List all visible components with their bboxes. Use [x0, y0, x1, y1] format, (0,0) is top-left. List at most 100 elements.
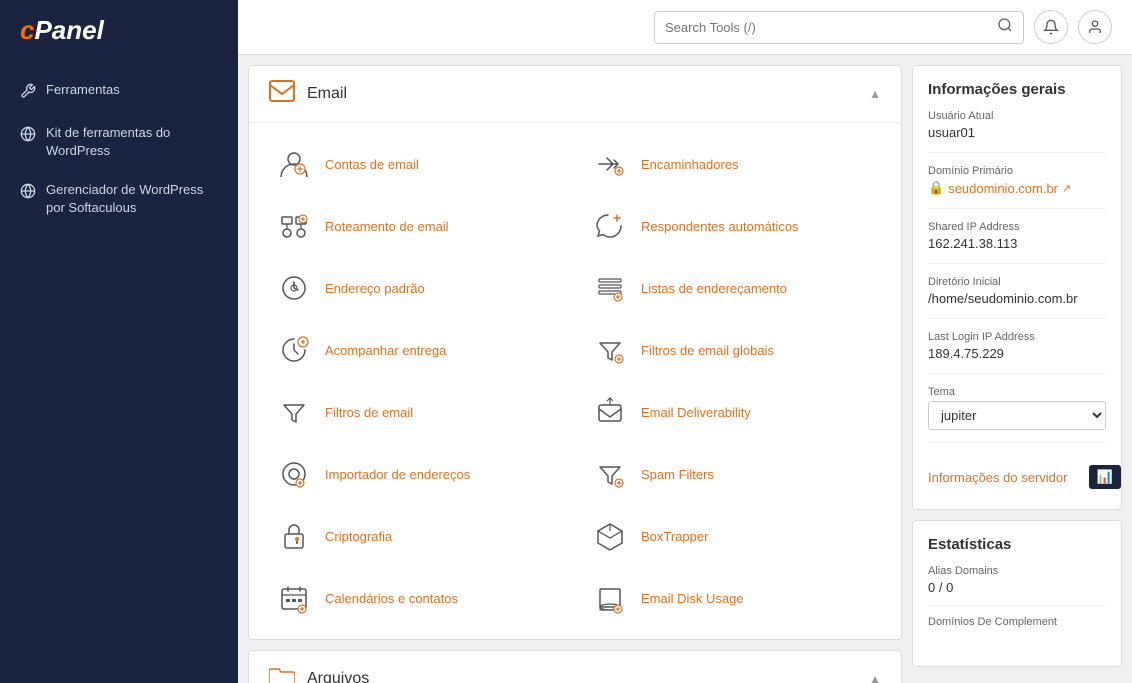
- contas-email-icon: [275, 145, 313, 183]
- grid-item-endereco-padrao[interactable]: Endereço padrão: [259, 257, 575, 319]
- sidebar-item-label: Kit de ferramentas do WordPress: [46, 124, 218, 160]
- last-login-value: 189.4.75.229: [928, 346, 1106, 361]
- arquivos-header-left: Arquivos: [269, 665, 369, 683]
- dominio-primario-value[interactable]: 🔒 seudominio.com.br ↗: [928, 180, 1106, 196]
- info-card: Informações gerais Usuário Atual usuar01…: [912, 65, 1122, 510]
- topbar: [238, 0, 1132, 55]
- email-deliverability-icon: [591, 393, 629, 431]
- shared-ip-value: 162.241.38.113: [928, 236, 1106, 251]
- wordpress-icon-1: [20, 126, 36, 147]
- usuario-atual-label: Usuário Atual: [928, 110, 1106, 122]
- filtros-globais-label: Filtros de email globais: [641, 343, 774, 358]
- wordpress-icon-2: [20, 183, 36, 204]
- search-button[interactable]: [997, 17, 1013, 38]
- sidebar-item-gerenciador-wordpress[interactable]: Gerenciador de WordPress por Softaculous: [0, 171, 238, 227]
- arquivos-section-title: Arquivos: [307, 670, 369, 683]
- spam-filters-icon: [591, 455, 629, 493]
- wrench-icon: [20, 83, 36, 104]
- stats-card: Estatísticas Alias Domains 0 / 0 Domínio…: [912, 520, 1122, 667]
- spam-filters-label: Spam Filters: [641, 467, 714, 482]
- diretorio-inicial-row: Diretório Inicial /home/seudominio.com.b…: [928, 276, 1106, 319]
- last-login-row: Last Login IP Address 189.4.75.229: [928, 331, 1106, 374]
- roteamento-icon: [275, 207, 313, 245]
- respondentes-icon: [591, 207, 629, 245]
- lock-icon: 🔒: [928, 180, 944, 196]
- sidebar-item-kit-wordpress[interactable]: Kit de ferramentas do WordPress: [0, 114, 238, 170]
- listas-label: Listas de endereçamento: [641, 281, 787, 296]
- server-info-link[interactable]: Informações do servidor 📊: [928, 455, 1106, 494]
- sidebar: cPanel Ferramentas Kit de ferramentas do…: [0, 0, 238, 683]
- grid-item-email-disk-usage[interactable]: Email Disk Usage: [575, 567, 891, 629]
- email-disk-usage-icon: [591, 579, 629, 617]
- email-section-title: Email: [307, 85, 347, 103]
- grid-item-filtros-globais[interactable]: Filtros de email globais: [575, 319, 891, 381]
- email-icon: [269, 80, 295, 108]
- search-box[interactable]: [654, 11, 1024, 44]
- endereco-padrao-label: Endereço padrão: [325, 281, 425, 296]
- main-area: Email ▲: [238, 0, 1132, 683]
- arquivos-chevron-icon: ▲: [869, 672, 881, 683]
- alias-domains-value: 0 / 0: [928, 580, 1106, 595]
- search-input[interactable]: [665, 20, 991, 35]
- external-link-icon: ↗: [1062, 182, 1071, 195]
- grid-item-calendarios[interactable]: Calendários e contatos: [259, 567, 575, 629]
- shared-ip-row: Shared IP Address 162.241.38.113: [928, 221, 1106, 264]
- notifications-button[interactable]: [1034, 10, 1068, 44]
- email-deliverability-label: Email Deliverability: [641, 405, 751, 420]
- grid-item-respondentes[interactable]: Respondentes automáticos: [575, 195, 891, 257]
- tema-select[interactable]: jupiter: [928, 401, 1106, 430]
- diretorio-inicial-label: Diretório Inicial: [928, 276, 1106, 288]
- sidebar-item-label: Gerenciador de WordPress por Softaculous: [46, 181, 218, 217]
- grid-item-email-deliverability[interactable]: Email Deliverability: [575, 381, 891, 443]
- alias-domains-label: Alias Domains: [928, 565, 1106, 577]
- calendarios-icon: [275, 579, 313, 617]
- filtros-email-label: Filtros de email: [325, 405, 413, 420]
- chart-icon: 📊: [1089, 465, 1121, 489]
- grid-item-listas[interactable]: Listas de endereçamento: [575, 257, 891, 319]
- criptografia-label: Criptografia: [325, 529, 392, 544]
- dominio-primario-label: Domínio Primário: [928, 165, 1106, 177]
- grid-item-boxtrapper[interactable]: BoxTrapper: [575, 505, 891, 567]
- grid-item-importador[interactable]: Importador de endereços: [259, 443, 575, 505]
- info-card-title: Informações gerais: [928, 81, 1106, 98]
- listas-icon: [591, 269, 629, 307]
- user-button[interactable]: [1078, 10, 1112, 44]
- encaminhadores-icon: [591, 145, 629, 183]
- roteamento-label: Roteamento de email: [325, 219, 449, 234]
- grid-item-acompanhar[interactable]: Acompanhar entrega: [259, 319, 575, 381]
- criptografia-icon: [275, 517, 313, 555]
- sidebar-item-label: Ferramentas: [46, 81, 120, 99]
- tema-label: Tema: [928, 386, 1106, 398]
- email-items-grid: Contas de email Encaminhadores: [249, 123, 901, 639]
- arquivos-section: Arquivos ▲: [248, 650, 902, 683]
- importador-label: Importador de endereços: [325, 467, 470, 482]
- calendarios-label: Calendários e contatos: [325, 591, 458, 606]
- sidebar-item-ferramentas[interactable]: Ferramentas: [0, 71, 238, 114]
- filtros-email-icon: [275, 393, 313, 431]
- main-content: Email ▲: [238, 55, 912, 683]
- arquivos-section-header[interactable]: Arquivos ▲: [249, 651, 901, 683]
- grid-item-contas-email[interactable]: Contas de email: [259, 133, 575, 195]
- email-disk-usage-label: Email Disk Usage: [641, 591, 744, 606]
- grid-item-filtros-email[interactable]: Filtros de email: [259, 381, 575, 443]
- boxtrapper-icon: [591, 517, 629, 555]
- shared-ip-label: Shared IP Address: [928, 221, 1106, 233]
- last-login-label: Last Login IP Address: [928, 331, 1106, 343]
- endereco-padrao-icon: [275, 269, 313, 307]
- logo-text: cPanel: [20, 15, 104, 46]
- folder-icon: [269, 665, 295, 683]
- grid-item-spam-filters[interactable]: Spam Filters: [575, 443, 891, 505]
- acompanhar-icon: [275, 331, 313, 369]
- email-section-header[interactable]: Email ▲: [249, 66, 901, 123]
- respondentes-label: Respondentes automáticos: [641, 219, 799, 234]
- grid-item-roteamento[interactable]: Roteamento de email: [259, 195, 575, 257]
- grid-item-encaminhadores[interactable]: Encaminhadores: [575, 133, 891, 195]
- contas-email-label: Contas de email: [325, 157, 419, 172]
- grid-item-criptografia[interactable]: Criptografia: [259, 505, 575, 567]
- stats-title: Estatísticas: [928, 536, 1106, 553]
- alias-domains-row: Alias Domains 0 / 0: [928, 565, 1106, 606]
- cpanel-logo: cPanel: [0, 0, 238, 61]
- right-sidebar: Informações gerais Usuário Atual usuar01…: [912, 55, 1132, 683]
- importador-icon: [275, 455, 313, 493]
- tema-row: Tema jupiter: [928, 386, 1106, 443]
